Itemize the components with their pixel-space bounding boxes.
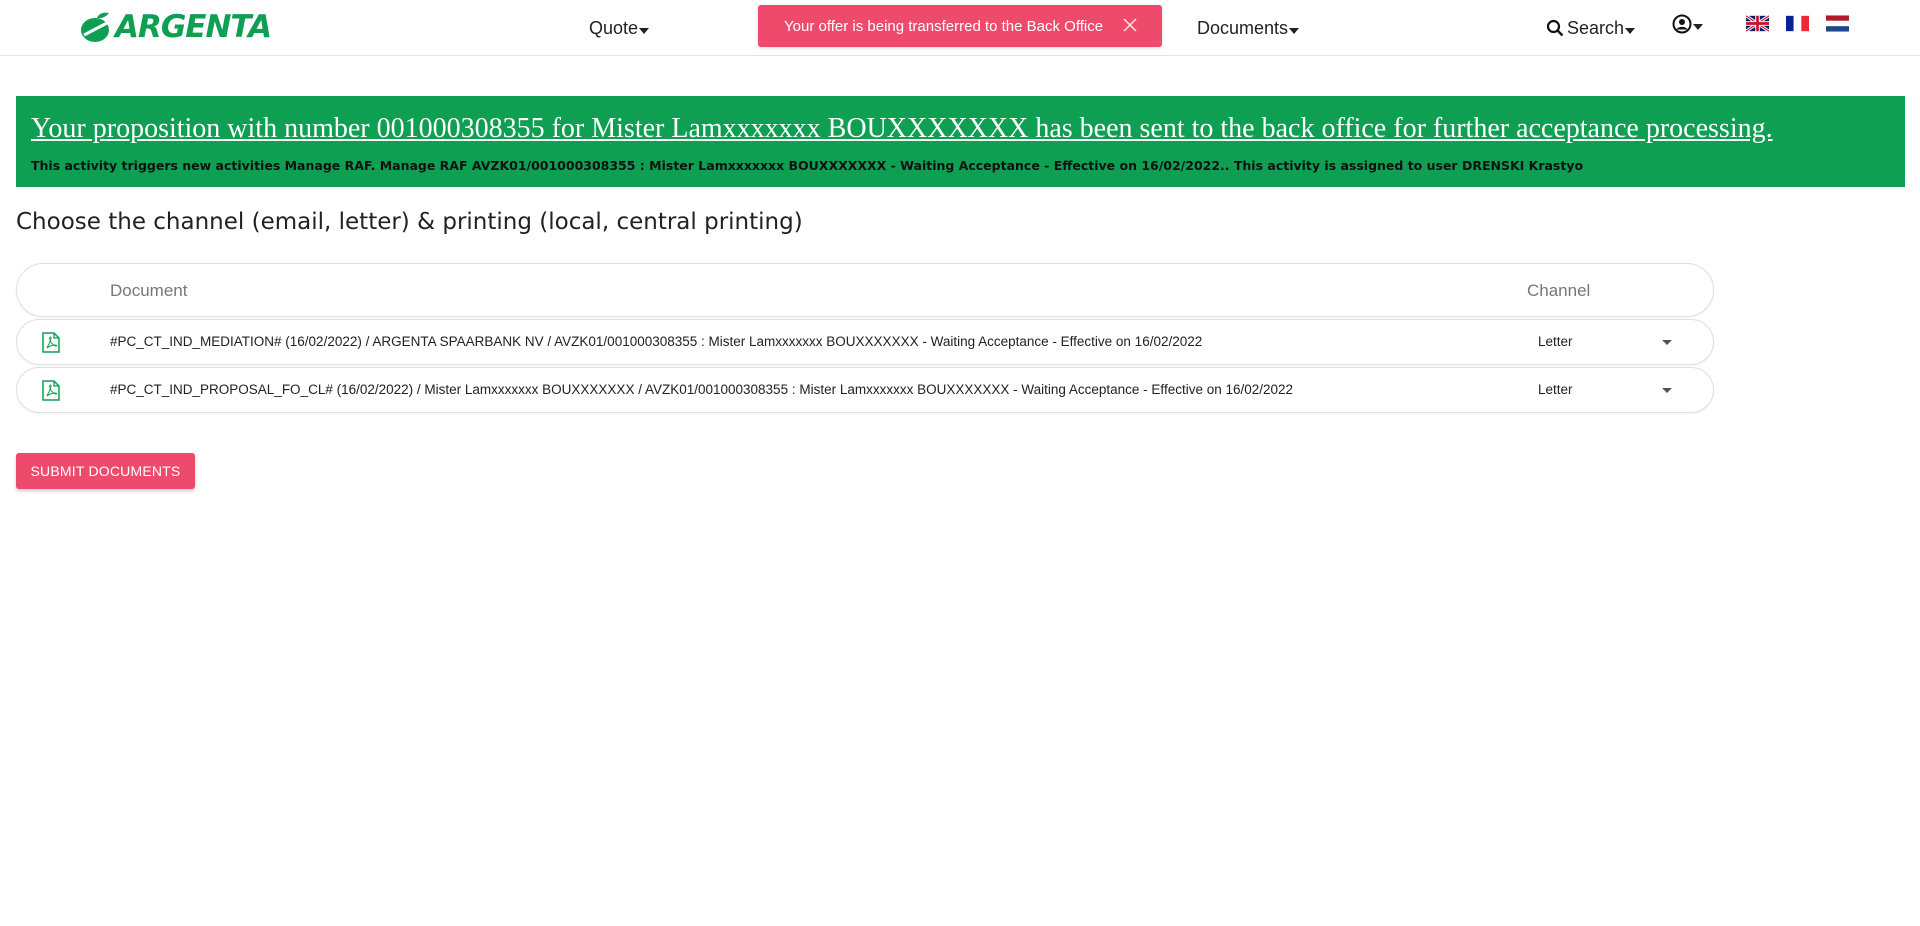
fr-flag-icon[interactable] — [1786, 13, 1809, 34]
document-name: #PC_CT_IND_MEDIATION# (16/02/2022) / ARG… — [110, 334, 1203, 349]
submit-documents-button[interactable]: SUBMIT DOCUMENTS — [16, 453, 195, 489]
dropdown-arrow-icon — [1662, 388, 1672, 393]
user-menu[interactable] — [1672, 14, 1703, 34]
close-icon[interactable] — [1122, 17, 1138, 33]
caret-down-icon — [1693, 24, 1703, 30]
document-name: #PC_CT_IND_PROPOSAL_FO_CL# (16/02/2022) … — [110, 382, 1294, 397]
toast-notification: Your offer is being transferred to the B… — [758, 5, 1162, 47]
pdf-file-icon[interactable] — [42, 332, 60, 353]
top-navigation: ARGENTA Quote Your offer is being transf… — [0, 0, 1920, 56]
nav-quote-menu[interactable]: Quote — [589, 14, 650, 42]
channel-select[interactable]: Letter — [1537, 326, 1687, 358]
nl-flag-icon[interactable] — [1826, 13, 1849, 34]
column-header-document: Document — [110, 281, 188, 300]
banner-subtitle: This activity triggers new activities Ma… — [31, 158, 1584, 173]
nav-quote-label: Quote — [589, 18, 639, 38]
toast-message: Your offer is being transferred to the B… — [784, 17, 1104, 35]
channel-select[interactable]: Letter — [1537, 374, 1687, 406]
brand-name: ARGENTA — [115, 9, 272, 45]
nav-search-menu[interactable]: Search — [1546, 14, 1636, 42]
argenta-logo[interactable]: ARGENTA — [79, 9, 272, 45]
uk-flag-icon[interactable] — [1746, 13, 1769, 34]
section-title: Choose the channel (email, letter) & pri… — [16, 209, 803, 235]
search-icon — [1546, 19, 1564, 37]
channel-value: Letter — [1538, 382, 1573, 397]
column-header-channel: Channel — [1527, 281, 1591, 300]
table-header: Document Channel — [16, 263, 1714, 317]
apple-logo-icon — [81, 12, 109, 42]
nav-documents-label: Documents — [1197, 18, 1289, 38]
caret-down-icon — [1625, 28, 1636, 34]
nav-documents-menu[interactable]: Documents — [1197, 14, 1300, 42]
caret-down-icon — [1289, 28, 1300, 34]
table-row: #PC_CT_IND_MEDIATION# (16/02/2022) / ARG… — [16, 319, 1714, 365]
banner-title[interactable]: Your proposition with number 00100030835… — [31, 112, 1773, 146]
success-banner: Your proposition with number 00100030835… — [16, 96, 1905, 187]
pdf-file-icon[interactable] — [42, 380, 60, 401]
dropdown-arrow-icon — [1662, 340, 1672, 345]
nav-search-label: Search — [1567, 18, 1625, 38]
table-row: #PC_CT_IND_PROPOSAL_FO_CL# (16/02/2022) … — [16, 367, 1714, 413]
channel-value: Letter — [1538, 334, 1573, 349]
caret-down-icon — [639, 28, 650, 34]
user-account-icon — [1672, 14, 1692, 34]
